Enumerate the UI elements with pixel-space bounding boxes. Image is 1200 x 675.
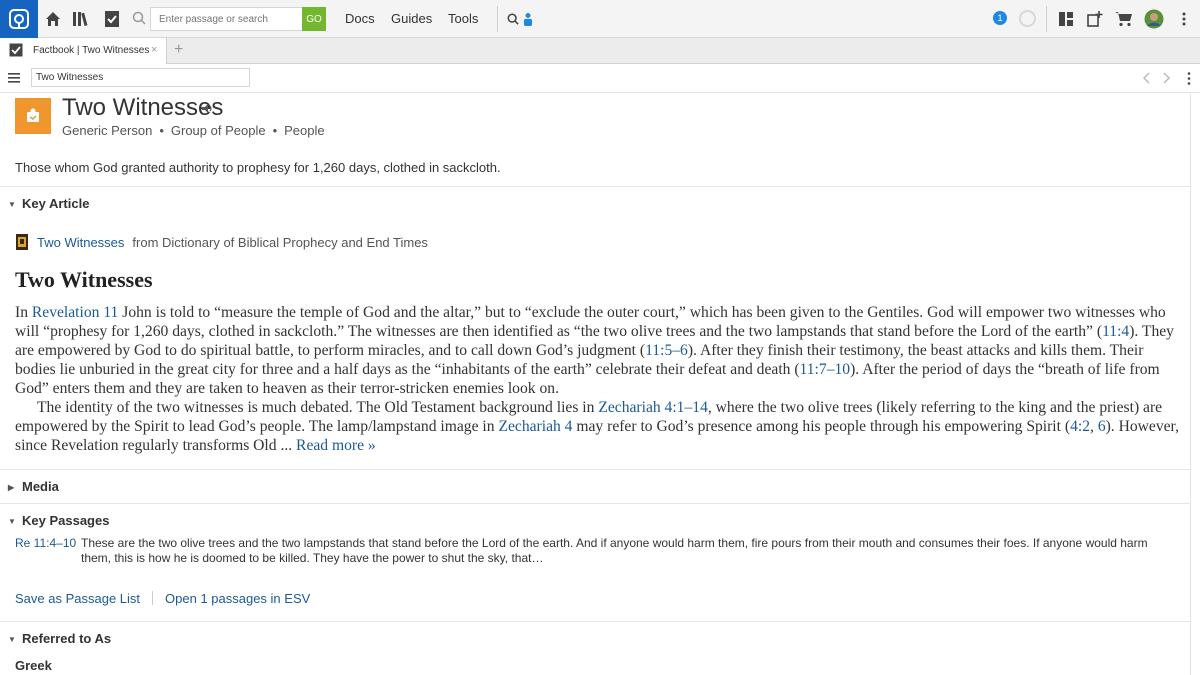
menu-guides[interactable]: Guides xyxy=(391,11,432,26)
section-key-article[interactable]: ▼ Key Article xyxy=(8,196,89,211)
type-link[interactable]: Group of People xyxy=(171,123,266,138)
expanded-triangle-icon: ▼ xyxy=(8,517,16,526)
menu-docs[interactable]: Docs xyxy=(345,11,375,26)
scripture-link[interactable]: Read more » xyxy=(296,437,376,454)
type-link[interactable]: Generic Person xyxy=(62,123,152,138)
menu-tools[interactable]: Tools xyxy=(448,11,478,26)
scripture-link[interactable]: 11:5–6 xyxy=(645,342,688,359)
documents-icon[interactable] xyxy=(102,9,122,29)
passage-reference-link[interactable]: Re 11:4–10 xyxy=(15,536,76,550)
search-icon xyxy=(132,11,146,25)
add-panel-icon[interactable] xyxy=(1085,9,1105,29)
close-tab-icon[interactable]: × xyxy=(151,44,157,56)
layouts-icon[interactable] xyxy=(1056,9,1076,29)
article-body: In Revelation 11 John is told to “measur… xyxy=(15,303,1185,455)
type-separator: • xyxy=(272,123,278,138)
logos-home-button[interactable] xyxy=(0,0,38,38)
article-link[interactable]: Two Witnesses xyxy=(37,235,124,250)
article-text: may refer to God’s presence among his pe… xyxy=(572,418,1071,435)
toolbar-divider xyxy=(497,6,498,32)
article-text: , xyxy=(1090,418,1098,435)
logos-logo-icon xyxy=(9,9,29,29)
collapsed-triangle-icon: ▶ xyxy=(8,483,15,492)
passage-text: These are the two olive trees and the tw… xyxy=(81,536,1148,565)
more-menu-icon[interactable] xyxy=(1174,9,1194,29)
book-icon xyxy=(16,234,28,250)
tab-factbook[interactable]: Factbook | Two Witnesses × xyxy=(0,38,167,64)
scripture-link[interactable]: 11:4 xyxy=(1102,323,1129,340)
section-divider xyxy=(0,186,1190,187)
key-article-source: Two Witnesses from Dictionary of Biblical… xyxy=(15,234,428,250)
type-link[interactable]: People xyxy=(284,123,324,138)
back-icon[interactable] xyxy=(1142,72,1152,84)
scripture-link[interactable]: Zechariah 4:1–14 xyxy=(598,399,708,416)
type-separator: • xyxy=(159,123,164,138)
section-divider xyxy=(0,503,1190,504)
factbook-content: Two Witnesses Generic Person • Group of Pe… xyxy=(0,94,1200,675)
tab-label: Factbook | Two Witnesses xyxy=(33,45,150,56)
expanded-triangle-icon: ▼ xyxy=(8,635,16,644)
main-toolbar: GO Docs Guides Tools 1 xyxy=(0,0,1200,38)
open-passages-link[interactable]: Open 1 passages in ESV xyxy=(165,591,310,606)
go-button[interactable]: GO xyxy=(302,7,326,31)
avatar[interactable] xyxy=(1144,9,1164,29)
passage-actions: Save as Passage List Open 1 passages in E… xyxy=(15,591,310,606)
page-title: Two Witnesses xyxy=(62,94,224,121)
article-title: Two Witnesses xyxy=(15,267,153,292)
scripture-link[interactable]: Revelation 11 xyxy=(32,304,118,321)
section-divider xyxy=(0,621,1190,622)
cart-icon[interactable] xyxy=(1114,9,1134,29)
expanded-triangle-icon: ▼ xyxy=(8,200,16,209)
article-source: from Dictionary of Biblical Prophecy and… xyxy=(132,235,428,250)
sync-icon[interactable] xyxy=(1019,10,1036,27)
scripture-link[interactable]: 6 xyxy=(1098,418,1106,435)
entity-summary: Those whom God granted authority to prop… xyxy=(15,160,501,175)
section-divider xyxy=(0,469,1190,470)
panel-toolbar xyxy=(0,64,1200,93)
entity-types: Generic Person • Group of People • People xyxy=(62,123,325,138)
scripture-link[interactable]: 4:2 xyxy=(1070,418,1090,435)
tab-bar: Factbook | Two Witnesses × + xyxy=(0,38,1200,64)
forward-icon[interactable] xyxy=(1161,72,1171,84)
language-heading: Greek xyxy=(15,658,52,673)
save-passage-list-link[interactable]: Save as Passage List xyxy=(15,591,140,606)
factbook-icon xyxy=(9,43,23,57)
section-key-passages[interactable]: ▼ Key Passages xyxy=(8,513,109,528)
article-text: The identity of the two witnesses is muc… xyxy=(37,399,599,416)
toolbar-divider xyxy=(1046,6,1047,32)
panel-more-icon[interactable] xyxy=(1187,72,1191,85)
scripture-link[interactable]: 11:7–10 xyxy=(800,361,851,378)
search-input[interactable] xyxy=(150,7,302,31)
article-text: In xyxy=(15,304,32,321)
panel-menu-icon[interactable] xyxy=(8,73,20,83)
person-icon[interactable] xyxy=(518,9,538,29)
link-separator xyxy=(152,591,154,605)
article-paragraph: In Revelation 11 John is told to “measur… xyxy=(15,303,1185,398)
add-tab-button[interactable]: + xyxy=(174,41,183,59)
article-paragraph: The identity of the two witnesses is muc… xyxy=(15,398,1185,455)
section-media[interactable]: ▶ Media xyxy=(8,479,59,494)
speaker-icon[interactable] xyxy=(201,103,213,114)
scripture-link[interactable]: Zechariah 4 xyxy=(498,418,572,435)
library-icon[interactable] xyxy=(72,9,92,29)
home-icon[interactable] xyxy=(43,9,63,29)
section-referred-to-as[interactable]: ▼ Referred to As xyxy=(8,631,111,646)
scrollbar-track[interactable] xyxy=(1190,94,1200,675)
notification-badge[interactable]: 1 xyxy=(993,11,1007,25)
people-icon xyxy=(15,98,51,134)
passage-search: GO xyxy=(127,7,327,31)
article-text: John is told to “measure the temple of G… xyxy=(15,304,1166,340)
factbook-input[interactable] xyxy=(31,68,250,87)
